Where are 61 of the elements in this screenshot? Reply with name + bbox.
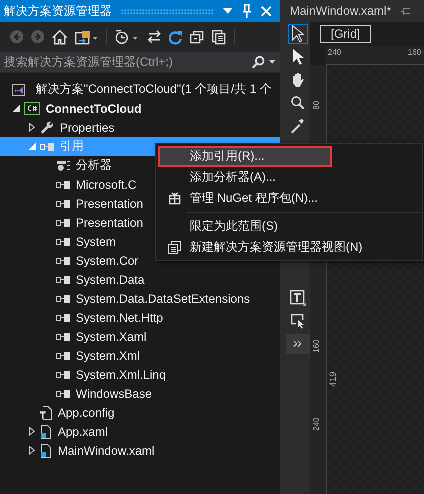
dropdown-icon[interactable] xyxy=(223,8,233,14)
config-file-icon xyxy=(40,406,52,420)
reference-icon xyxy=(56,218,70,228)
tree-item[interactable]: System.Data xyxy=(0,270,280,289)
analyzer-icon xyxy=(56,160,70,172)
switch-arrows-icon[interactable] xyxy=(147,30,162,44)
reference-icon xyxy=(56,332,70,342)
search-icon[interactable] xyxy=(252,56,265,68)
reference-icon xyxy=(56,350,70,360)
menu-item[interactable]: 添加引用(R)... xyxy=(158,146,332,167)
search-field[interactable]: 搜索解决方案资源管理器(Ctrl+;) xyxy=(0,52,280,72)
reference-icon xyxy=(56,312,70,322)
reference-icon xyxy=(40,142,54,152)
tree-item[interactable]: System.Xml.Linq xyxy=(0,365,280,384)
collapse-icon[interactable] xyxy=(190,30,205,44)
more-tools-button[interactable] xyxy=(286,334,310,354)
documents-icon[interactable] xyxy=(212,30,227,44)
windows-icon xyxy=(168,240,182,254)
tree-item[interactable]: System.Xml xyxy=(0,346,280,365)
collapsed-icon[interactable] xyxy=(29,446,35,455)
dimension-label: 419 xyxy=(328,372,338,387)
tree-item[interactable]: 解决方案"ConnectToCloud"(1 个项目/共 1 个 xyxy=(0,80,280,99)
collapsed-icon[interactable] xyxy=(29,427,35,436)
reference-icon xyxy=(56,236,70,246)
breadcrumb-button[interactable]: [Grid] xyxy=(320,25,372,43)
reference-icon xyxy=(56,198,70,208)
close-icon[interactable] xyxy=(261,6,272,16)
chevrons-icon xyxy=(293,340,303,348)
tree-item[interactable]: App.xaml xyxy=(0,422,280,441)
refresh-icon[interactable] xyxy=(169,30,183,44)
wrench-icon xyxy=(40,120,54,134)
reference-icon xyxy=(56,370,70,380)
tree-item[interactable]: MainWindow.xaml xyxy=(0,441,280,460)
reference-icon xyxy=(56,274,70,284)
csharp-project-icon xyxy=(24,102,40,115)
reference-icon xyxy=(56,388,70,398)
gift-icon xyxy=(169,192,181,205)
solution-icon xyxy=(12,82,26,96)
tree-item[interactable]: System.Xaml xyxy=(0,327,280,346)
folder-sync-icon[interactable] xyxy=(75,30,99,44)
reference-icon xyxy=(56,256,70,266)
tree-item[interactable]: App.config xyxy=(0,403,280,422)
tree-item[interactable]: WindowsBase xyxy=(0,384,280,403)
pin-icon[interactable] xyxy=(401,6,410,16)
history-icon[interactable] xyxy=(114,30,140,44)
tree-item[interactable]: System.Data.DataSetExtensions xyxy=(0,289,280,308)
xaml-file-icon xyxy=(40,424,52,438)
reference-icon xyxy=(56,294,70,304)
home-icon[interactable] xyxy=(52,30,68,44)
tree-item[interactable]: Properties xyxy=(0,118,280,137)
tree-item[interactable]: System.Net.Http xyxy=(0,308,280,327)
collapsed-icon[interactable] xyxy=(29,123,35,132)
select-tool-button[interactable] xyxy=(288,24,308,44)
tree-item[interactable]: ConnectToCloud xyxy=(0,99,280,118)
panel-title: 解决方案资源管理器 xyxy=(4,2,112,20)
dropdown-icon[interactable] xyxy=(269,60,276,64)
horizontal-ruler: 240 160 xyxy=(326,46,424,65)
reference-icon xyxy=(56,180,70,190)
expanded-icon[interactable] xyxy=(12,105,20,112)
text-tool-button[interactable] xyxy=(288,288,308,308)
xaml-file-icon xyxy=(40,444,52,458)
